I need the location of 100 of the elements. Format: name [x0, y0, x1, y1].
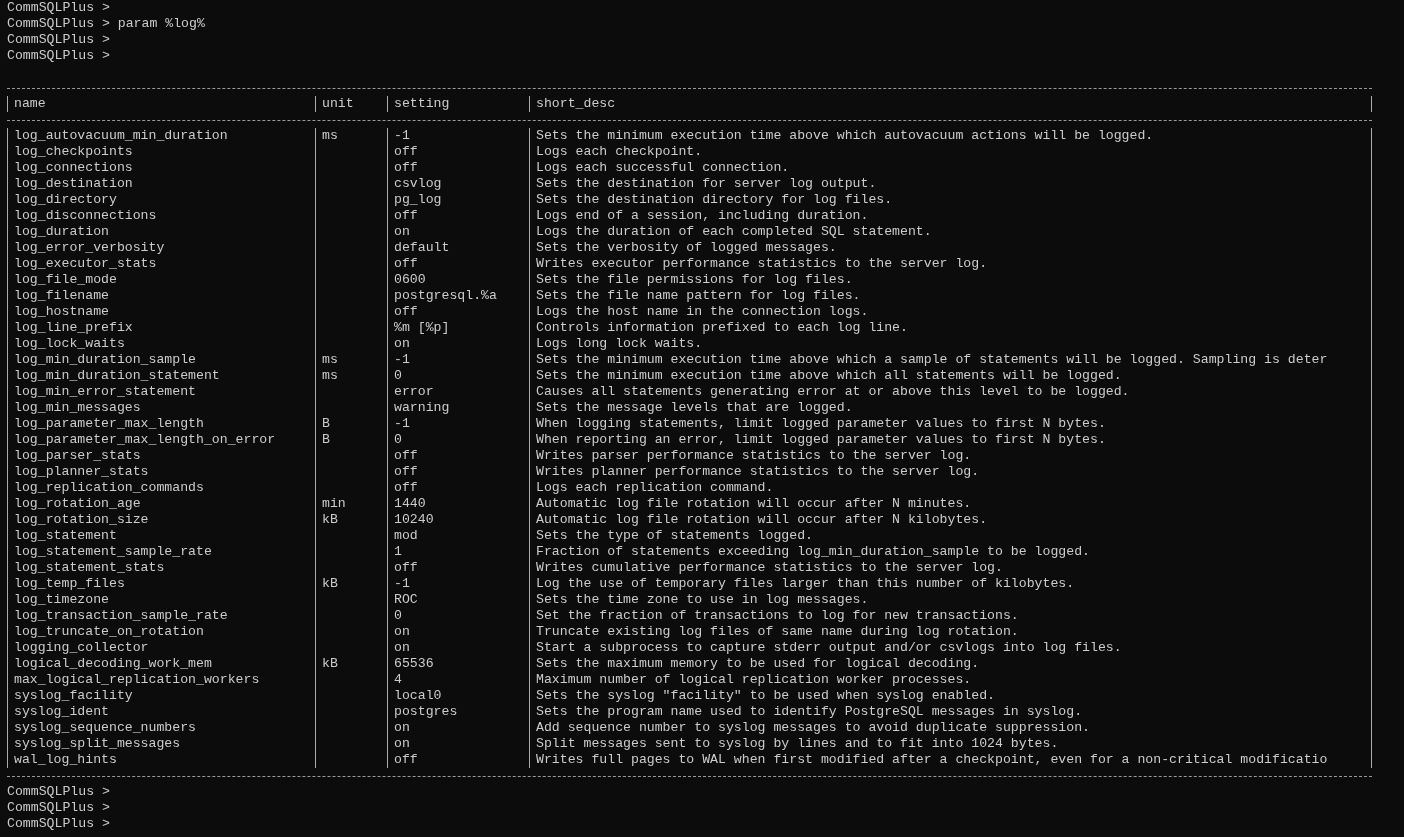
table-cell: Set the fraction of transactions to log for new transactions. — [529, 608, 1372, 624]
table-cell: B — [315, 432, 387, 448]
table-cell: Log the use of temporary files larger than this number of kilobytes. — [529, 576, 1372, 592]
table-cell: on — [387, 224, 529, 240]
table-cell: log_duration — [7, 224, 315, 240]
table-cell: -1 — [387, 128, 529, 144]
table-cell: log_hostname — [7, 304, 315, 320]
table-cell: off — [387, 480, 529, 496]
table-cell: Sets the type of statements logged. — [529, 528, 1372, 544]
table-cell: off — [387, 448, 529, 464]
table-cell: Writes planner performance statistics to the server log. — [529, 464, 1372, 480]
terminal-line: CommSQLPlus > — [7, 816, 110, 832]
table-cell: off — [387, 464, 529, 480]
table-cell: log_statement_stats — [7, 560, 315, 576]
table-cell: Logs each successful connection. — [529, 160, 1372, 176]
terminal-line: CommSQLPlus > — [7, 784, 110, 800]
table-cell: log_rotation_size — [7, 512, 315, 528]
table-cell: log_statement_sample_rate — [7, 544, 315, 560]
table-cell: 0 — [387, 432, 529, 448]
table-cell: Sets the minimum execution time above which autovacuum actions will be logged. — [529, 128, 1372, 144]
table-cell: off — [387, 304, 529, 320]
table-cell: log_line_prefix — [7, 320, 315, 336]
terminal-line: CommSQLPlus > — [7, 48, 110, 64]
table-cell: -1 — [387, 416, 529, 432]
table-cell: log_connections — [7, 160, 315, 176]
table-cell: max_logical_replication_workers — [7, 672, 315, 688]
table-cell: off — [387, 256, 529, 272]
table-cell: Sets the destination directory for log files. — [529, 192, 1372, 208]
table-cell: log_lock_waits — [7, 336, 315, 352]
table-cell: default — [387, 240, 529, 256]
table-cell: off — [387, 560, 529, 576]
table-cell: 4 — [387, 672, 529, 688]
table-cell: log_min_error_statement — [7, 384, 315, 400]
table-cell: off — [387, 144, 529, 160]
table-cell: off — [387, 752, 529, 768]
table-cell: log_replication_commands — [7, 480, 315, 496]
table-cell: Fraction of statements exceeding log_min_duration_sample to be logged. — [529, 544, 1372, 560]
table-cell: logical_decoding_work_mem — [7, 656, 315, 672]
table-cell: log_min_duration_sample — [7, 352, 315, 368]
column-header: name — [7, 96, 315, 112]
table-cell: %m [%p] — [387, 320, 529, 336]
table-cell: syslog_facility — [7, 688, 315, 704]
table-cell: ms — [315, 352, 387, 368]
table-cell: Writes executor performance statistics to the server log. — [529, 256, 1372, 272]
terminal-line: CommSQLPlus > param %log% — [7, 16, 205, 32]
table-cell: log_parameter_max_length — [7, 416, 315, 432]
table-cell: log_temp_files — [7, 576, 315, 592]
table-cell: -1 — [387, 352, 529, 368]
table-cell: syslog_ident — [7, 704, 315, 720]
table-cell: Add sequence number to syslog messages to avoid duplicate suppression. — [529, 720, 1372, 736]
table-cell: off — [387, 208, 529, 224]
table-cell: Automatic log file rotation will occur after N kilobytes. — [529, 512, 1372, 528]
table-cell: kB — [315, 576, 387, 592]
table-cell: Truncate existing log files of same name during log rotation. — [529, 624, 1372, 640]
table-cell: log_timezone — [7, 592, 315, 608]
table-cell: mod — [387, 528, 529, 544]
table-cell: log_parser_stats — [7, 448, 315, 464]
table-cell: error — [387, 384, 529, 400]
table-cell: Controls information prefixed to each log line. — [529, 320, 1372, 336]
table-cell: 65536 — [387, 656, 529, 672]
table-cell: Sets the message levels that are logged. — [529, 400, 1372, 416]
terminal-line: CommSQLPlus > — [7, 0, 110, 16]
table-cell: ms — [315, 128, 387, 144]
table-cell: Sets the destination for server log output. — [529, 176, 1372, 192]
table-cell: Sets the minimum execution time above which a sample of statements will be logged. Sampling is deter — [529, 352, 1372, 368]
table-cell: Logs long lock waits. — [529, 336, 1372, 352]
table-cell: 1 — [387, 544, 529, 560]
table-cell: log_rotation_age — [7, 496, 315, 512]
table-cell: When logging statements, limit logged parameter values to first N bytes. — [529, 416, 1372, 432]
table-cell: ms — [315, 368, 387, 384]
table-cell: log_disconnections — [7, 208, 315, 224]
table-cell: on — [387, 624, 529, 640]
table-cell: log_planner_stats — [7, 464, 315, 480]
table-cell: 10240 — [387, 512, 529, 528]
table-cell: Logs each checkpoint. — [529, 144, 1372, 160]
table-cell: Start a subprocess to capture stderr output and/or csvlogs into log files. — [529, 640, 1372, 656]
terminal-line: CommSQLPlus > — [7, 800, 110, 816]
table-cell: log_destination — [7, 176, 315, 192]
table-cell: pg_log — [387, 192, 529, 208]
table-cell: logging_collector — [7, 640, 315, 656]
table-cell: Logs the host name in the connection logs. — [529, 304, 1372, 320]
table-cell: ROC — [387, 592, 529, 608]
table-cell: log_directory — [7, 192, 315, 208]
table-cell: on — [387, 736, 529, 752]
table-cell: Logs the duration of each completed SQL statement. — [529, 224, 1372, 240]
column-header: unit — [315, 96, 387, 112]
table-cell: Logs end of a session, including duration. — [529, 208, 1372, 224]
column-header: setting — [387, 96, 529, 112]
table-cell: warning — [387, 400, 529, 416]
table-cell: off — [387, 160, 529, 176]
table-cell: Sets the file name pattern for log files. — [529, 288, 1372, 304]
table-cell: postgres — [387, 704, 529, 720]
table-cell: log_executor_stats — [7, 256, 315, 272]
table-cell: Sets the verbosity of logged messages. — [529, 240, 1372, 256]
table-cell: csvlog — [387, 176, 529, 192]
table-cell: 1440 — [387, 496, 529, 512]
table-cell: log_statement — [7, 528, 315, 544]
table-cell: Sets the program name used to identify PostgreSQL messages in syslog. — [529, 704, 1372, 720]
table-cell: Automatic log file rotation will occur after N minutes. — [529, 496, 1372, 512]
table-cell: When reporting an error, limit logged parameter values to first N bytes. — [529, 432, 1372, 448]
